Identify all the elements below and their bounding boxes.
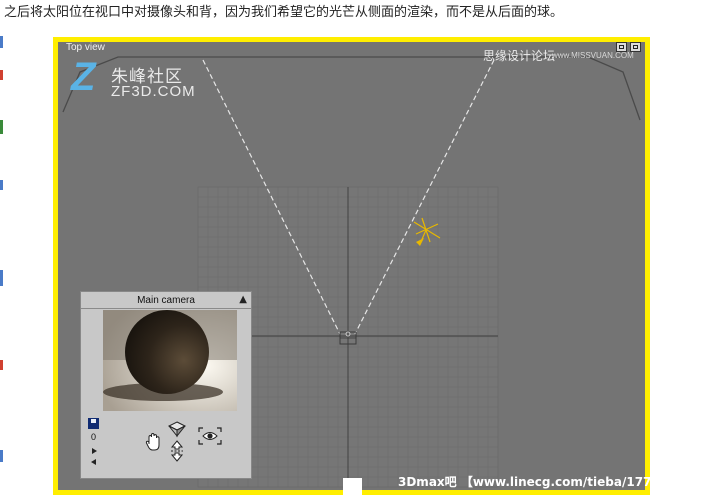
site-watermark-url: www.MISSVUAN.COM — [552, 51, 634, 60]
zf3d-logo: Z 朱峰社区 ZF3D.COM — [71, 55, 221, 105]
play-forward-icon[interactable] — [92, 448, 97, 454]
viewport-title: Top view — [66, 42, 105, 53]
camera-render-preview — [103, 310, 237, 411]
camera-preview-panel[interactable]: Main camera ▲ 0 — [80, 291, 252, 479]
hand-pan-icon[interactable] — [145, 432, 163, 452]
logo-letter: Z — [71, 55, 96, 99]
collapse-arrow-icon[interactable]: ▲ — [239, 294, 247, 305]
viewport-controls — [616, 42, 641, 52]
left-page-strip — [0, 30, 4, 500]
orbit-cube-icon[interactable] — [167, 420, 187, 438]
bottom-watermark: 3Dmax吧 【www.linecg.com/tieba/1771】 — [398, 475, 672, 489]
caption-text: 之后将太阳位在视口中对摄像头和背，因为我们希望它的光芒从侧面的渲染，而不是从后面… — [4, 5, 564, 20]
save-icon[interactable] — [88, 418, 99, 429]
frame-number: 0 — [91, 432, 97, 442]
camera-navigation-icons — [141, 418, 241, 470]
site-watermark: 思缘设计论坛 — [483, 49, 556, 63]
camera-panel-title: Main camera — [137, 295, 195, 306]
maximize-icon[interactable] — [616, 42, 627, 52]
render-icon[interactable] — [630, 42, 641, 52]
play-back-icon[interactable] — [91, 459, 96, 465]
focus-eye-icon[interactable] — [197, 426, 223, 446]
logo-english: ZF3D.COM — [111, 83, 196, 100]
white-square — [343, 478, 362, 497]
camera-side-controls: 0 — [85, 416, 101, 472]
camera-panel-header[interactable]: Main camera ▲ — [81, 292, 251, 309]
dolly-arrows-icon[interactable] — [169, 440, 185, 462]
